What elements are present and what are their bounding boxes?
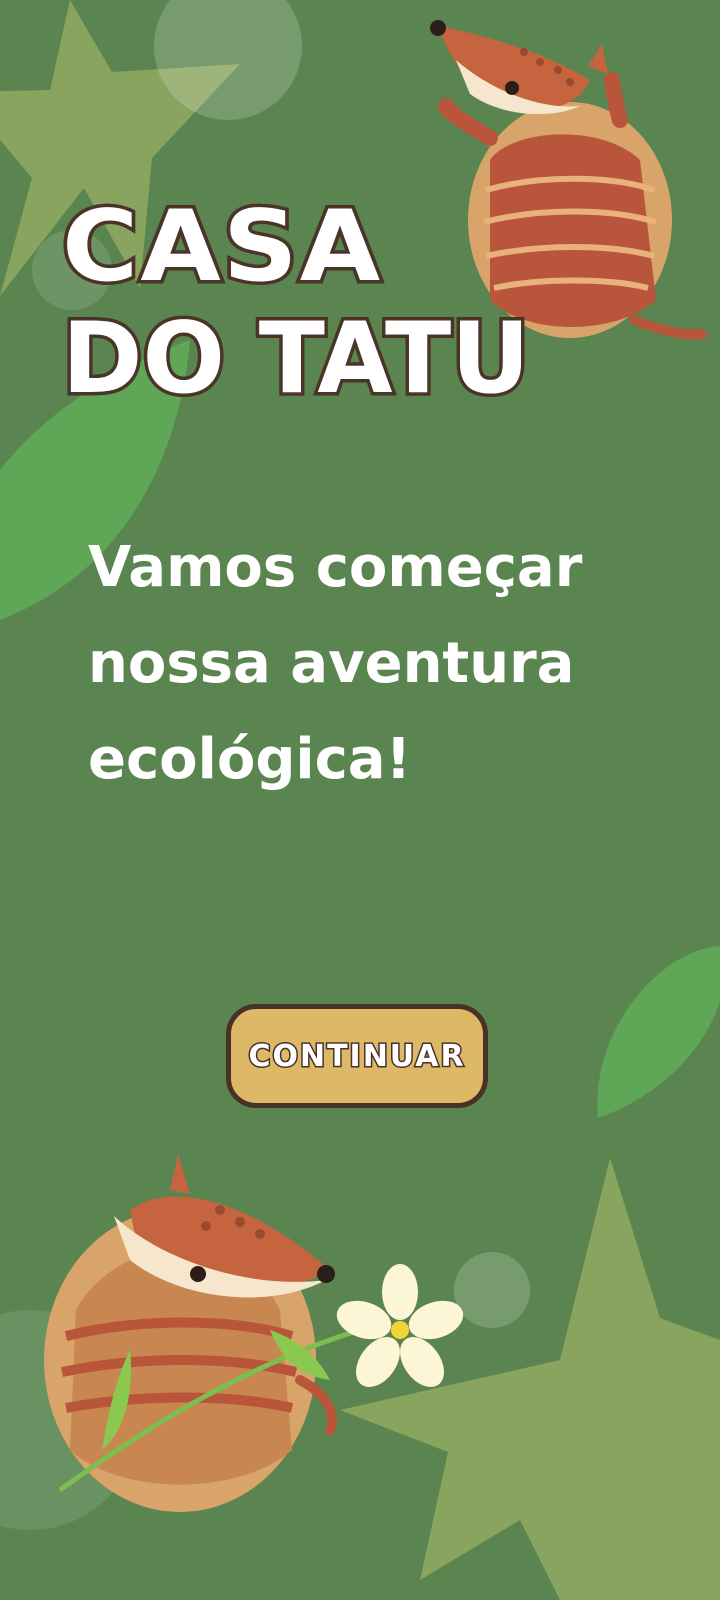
flower-icon: [336, 1264, 464, 1388]
leaf-icon: [597, 946, 720, 1118]
intro-message: Vamos começar nossa aventura ecológica!: [88, 535, 583, 792]
armadillo-with-flower-illustration: [44, 1154, 464, 1512]
continue-button[interactable]: CONTINUAR: [226, 1004, 488, 1108]
game-title-line-1: CASA: [58, 190, 384, 304]
game-title-line-2: DO TATU: [59, 302, 534, 416]
start-screen: CASA DO TATU Vamos começar nossa aventur…: [0, 0, 720, 1600]
continue-button-label: CONTINUAR: [247, 1037, 466, 1075]
